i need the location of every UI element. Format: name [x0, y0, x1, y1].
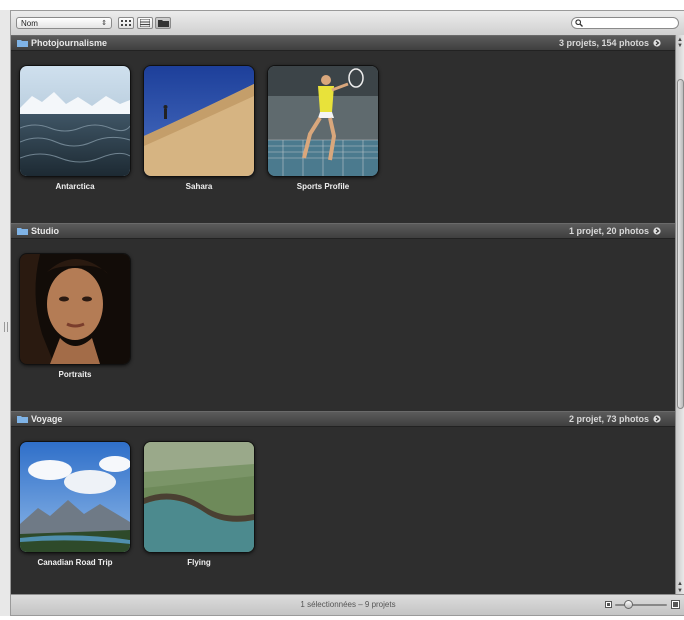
- project-card-flying[interactable]: Flying: [143, 441, 255, 567]
- mountains-photo: [19, 441, 131, 553]
- grid-view-button[interactable]: [118, 17, 134, 29]
- sort-select-value: Nom: [21, 19, 38, 28]
- folder-view-icon: [157, 20, 169, 27]
- antarctica-photo: [19, 65, 131, 177]
- large-thumbnail-icon[interactable]: [671, 600, 680, 609]
- status-bar: 1 sélectionnées – 9 projets: [11, 594, 684, 615]
- folder-icon: [17, 228, 28, 235]
- project-label: Antarctica: [55, 182, 95, 191]
- section-count: 2 projet, 73 photos: [568, 414, 649, 424]
- grid-view-icon: [121, 19, 131, 26]
- select-arrows-icon: ⇕: [101, 20, 107, 27]
- folder-view-button[interactable]: [155, 17, 171, 29]
- project-label: Flying: [187, 558, 211, 567]
- toolbar: Nom ⇕: [11, 11, 684, 36]
- project-card-canadian-road-trip[interactable]: Canadian Road Trip: [19, 441, 131, 567]
- scroll-thumb[interactable]: [677, 79, 684, 409]
- portrait-photo: [19, 253, 131, 365]
- section-header[interactable]: Voyage 2 projet, 73 photos: [11, 411, 675, 427]
- sort-select[interactable]: Nom ⇕: [16, 17, 112, 29]
- projects-browser: Nom ⇕ Photojournalisme 3 projets, 154 ph…: [10, 10, 684, 616]
- sahara-photo: [143, 65, 255, 177]
- project-library: Photojournalisme 3 projets, 154 photos A…: [11, 35, 675, 597]
- aerial-coast-photo: [143, 441, 255, 553]
- folder-icon: [17, 416, 28, 423]
- zoom-slider[interactable]: [615, 600, 667, 609]
- arrow-circle-icon[interactable]: [653, 415, 661, 423]
- project-label: Canadian Road Trip: [37, 558, 113, 567]
- search-field[interactable]: [571, 17, 679, 29]
- scroll-up-arrows-icon[interactable]: ▲ ▼: [677, 37, 683, 49]
- zoom-slider-knob[interactable]: [624, 600, 633, 609]
- list-view-icon: [140, 19, 150, 27]
- resize-grip[interactable]: [4, 322, 8, 332]
- section-title: Photojournalisme: [31, 38, 108, 48]
- project-label: Sports Profile: [296, 182, 350, 191]
- section-count: 3 projets, 154 photos: [558, 38, 649, 48]
- project-label: Sahara: [185, 182, 213, 191]
- section-title: Studio: [31, 226, 59, 236]
- section-count: 1 projet, 20 photos: [568, 226, 649, 236]
- project-card-sahara[interactable]: Sahara: [143, 65, 255, 191]
- project-card-portraits[interactable]: Portraits: [19, 253, 131, 379]
- folder-icon: [17, 40, 28, 47]
- section-title: Voyage: [31, 414, 63, 424]
- search-icon: [575, 19, 583, 27]
- arrow-circle-icon[interactable]: [653, 227, 661, 235]
- tennis-photo: [267, 65, 379, 177]
- section-header[interactable]: Studio 1 projet, 20 photos: [11, 223, 675, 239]
- window-left-edge: [0, 10, 10, 616]
- project-card-sports-profile[interactable]: Sports Profile: [267, 65, 379, 191]
- arrow-circle-icon[interactable]: [653, 39, 661, 47]
- section-header[interactable]: Photojournalisme 3 projets, 154 photos: [11, 35, 675, 51]
- small-thumbnail-icon[interactable]: [605, 601, 612, 608]
- selection-status: 1 sélectionnées – 9 projets: [300, 600, 396, 609]
- scroll-down-arrows-icon[interactable]: ▲ ▼: [677, 581, 683, 595]
- list-view-button[interactable]: [137, 17, 153, 29]
- section-studio: Studio 1 projet, 20 photos Portraits: [11, 223, 675, 379]
- project-card-antarctica[interactable]: Antarctica: [19, 65, 131, 191]
- project-label: Portraits: [58, 370, 92, 379]
- vertical-scrollbar[interactable]: ▲ ▼ ▲ ▼: [675, 35, 684, 597]
- section-photojournalisme: Photojournalisme 3 projets, 154 photos A…: [11, 35, 675, 191]
- section-voyage: Voyage 2 projet, 73 photos Canadian Road…: [11, 411, 675, 567]
